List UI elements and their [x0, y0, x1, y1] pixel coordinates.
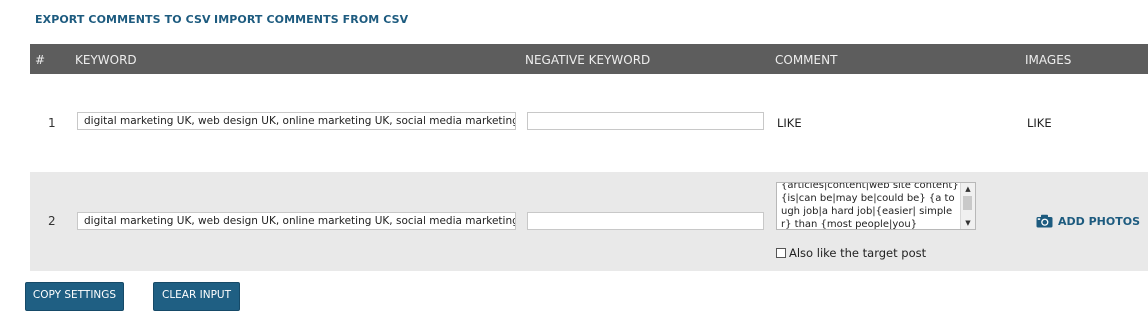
images-text: LIKE: [1027, 116, 1052, 130]
import-csv-link[interactable]: IMPORT COMMENTS FROM CSV: [214, 13, 408, 26]
comment-textarea-content: {articles|content|web site content} {is|…: [781, 182, 959, 230]
comment-scrollbar[interactable]: ▲ ▼: [960, 183, 975, 229]
export-csv-link[interactable]: EXPORT COMMENTS TO CSV: [35, 13, 211, 26]
row-number: 2: [48, 214, 56, 228]
scroll-down-arrow-icon[interactable]: ▼: [961, 217, 975, 229]
camera-icon: [1036, 214, 1053, 228]
add-photos-label: ADD PHOTOS: [1058, 214, 1141, 228]
header-negative-keyword: NEGATIVE KEYWORD: [525, 53, 651, 67]
also-like-checkbox-row[interactable]: Also like the target post: [776, 246, 926, 260]
also-like-checkbox[interactable]: [776, 248, 786, 258]
table-row: 1 LIKE LIKE: [30, 74, 1148, 172]
clear-input-button[interactable]: CLEAR INPUT: [153, 282, 240, 311]
row-number: 1: [48, 116, 56, 130]
copy-settings-button[interactable]: COPY SETTINGS: [25, 282, 124, 311]
keyword-input[interactable]: [77, 212, 516, 230]
also-like-label: Also like the target post: [789, 246, 927, 260]
header-images: IMAGES: [1025, 53, 1072, 67]
comment-text: LIKE: [777, 116, 802, 130]
header-keyword: KEYWORD: [75, 53, 137, 67]
header-comment: COMMENT: [775, 53, 838, 67]
negative-keyword-input[interactable]: [527, 212, 764, 230]
comment-textarea[interactable]: {articles|content|web site content} {is|…: [776, 182, 976, 230]
scroll-up-arrow-icon[interactable]: ▲: [961, 183, 975, 195]
negative-keyword-input[interactable]: [527, 112, 764, 130]
comments-settings-panel: EXPORT COMMENTS TO CSV IMPORT COMMENTS F…: [0, 0, 1148, 321]
add-photos-button[interactable]: ADD PHOTOS: [1036, 214, 1140, 228]
table-row: 2 {articles|content|web site content} {i…: [30, 172, 1148, 271]
keyword-input[interactable]: [77, 112, 516, 130]
header-num: #: [35, 53, 46, 67]
table-header: # KEYWORD NEGATIVE KEYWORD COMMENT IMAGE…: [30, 44, 1148, 74]
scroll-thumb[interactable]: [963, 196, 972, 210]
